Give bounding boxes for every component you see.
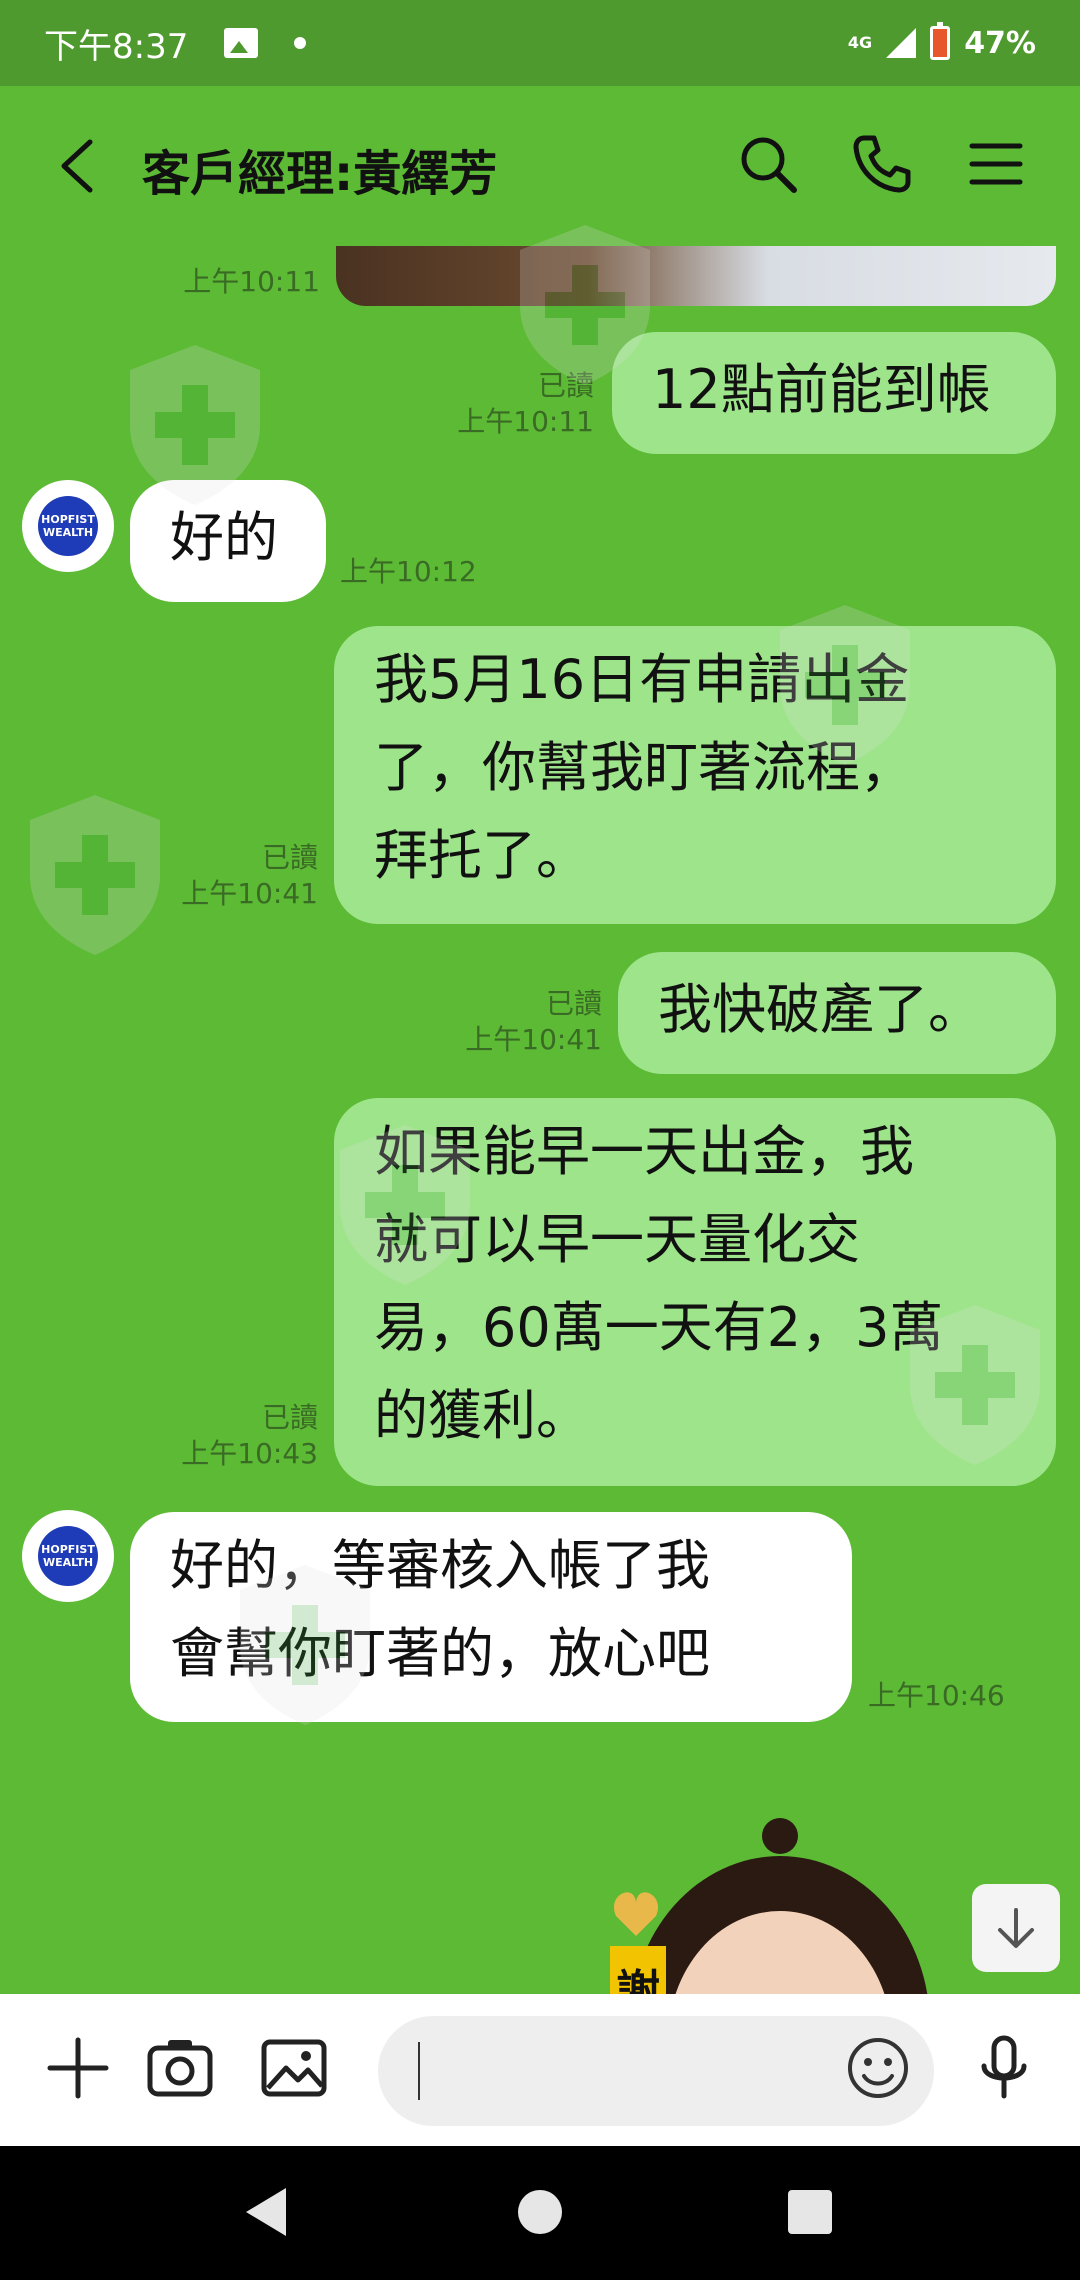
message-time: 上午10:41 <box>181 877 318 910</box>
menu-icon[interactable] <box>964 132 1028 196</box>
notification-dot-icon <box>294 37 307 49</box>
message-text-line: 會幫你盯著的，放心吧 <box>170 1622 710 1685</box>
plus-icon[interactable] <box>42 2032 114 2104</box>
outgoing-message[interactable]: 12點前能到帳 <box>612 332 1056 454</box>
outgoing-message[interactable]: 我5月16日有申請出金 了，你幫我盯著流程， 拜托了。 <box>334 626 1056 924</box>
image-icon[interactable] <box>258 2032 330 2104</box>
avatar[interactable]: HOPFIST WEALTH <box>22 1510 114 1602</box>
sticker-text: 謝 <box>616 1966 660 1994</box>
sticker-image[interactable]: 謝 <box>600 1796 960 1994</box>
message-text-line: 易，60萬一天有2，3萬 <box>374 1296 944 1359</box>
emoji-icon[interactable] <box>842 2032 914 2104</box>
text-caret <box>418 2042 420 2100</box>
system-nav-bar <box>0 2146 1080 2280</box>
incoming-message[interactable]: 好的，等審核入帳了我 會幫你盯著的，放心吧 <box>130 1512 852 1722</box>
message-time: 上午10:11 <box>457 405 594 438</box>
message-text-line: 的獲利。 <box>374 1384 590 1447</box>
message-text: 我快破產了。 <box>658 978 982 1041</box>
message-time: 上午10:46 <box>868 1679 1005 1712</box>
chat-messages[interactable]: 上午10:11 已讀 上午10:11 12點前能到帳 HOPFIST WEALT… <box>0 246 1080 1994</box>
message-text: 12點前能到帳 <box>652 358 991 421</box>
battery-percent: 47% <box>964 25 1036 61</box>
message-text-line: 如果能早一天出金，我 <box>374 1120 914 1183</box>
back-arrow-icon[interactable] <box>54 138 104 194</box>
status-indicators: 4G 47% <box>847 22 1036 61</box>
read-receipt: 已讀 <box>261 841 318 874</box>
image-message[interactable] <box>336 246 1056 306</box>
nav-home-icon[interactable] <box>510 2182 570 2242</box>
message-time: 上午10:11 <box>183 265 320 298</box>
outgoing-message[interactable]: 如果能早一天出金，我 就可以早一天量化交 易，60萬一天有2，3萬 的獲利。 <box>334 1098 1056 1486</box>
message-input-bar <box>0 1994 1080 2146</box>
network-type: 4G <box>847 33 873 52</box>
nav-back-icon[interactable] <box>238 2182 298 2242</box>
chat-title: 客戶經理:黃繹芳 <box>142 146 498 202</box>
message-meta: 已讀 上午10:41 <box>430 986 602 1058</box>
outgoing-message[interactable]: 我快破產了。 <box>618 952 1056 1074</box>
microphone-icon[interactable] <box>968 2032 1040 2104</box>
read-receipt: 已讀 <box>545 987 602 1020</box>
read-receipt: 已讀 <box>537 369 594 402</box>
message-meta: 已讀 上午10:43 <box>130 1400 318 1472</box>
message-text-line: 好的，等審核入帳了我 <box>170 1534 710 1597</box>
avatar-logo: HOPFIST WEALTH <box>38 496 98 556</box>
signal-icon <box>886 28 917 58</box>
message-time: 上午10:43 <box>181 1437 318 1470</box>
message-meta: 已讀 上午10:41 <box>130 840 318 912</box>
message-meta: 已讀 上午10:11 <box>420 368 594 440</box>
message-text-line: 拜托了。 <box>374 824 590 887</box>
phone-icon[interactable] <box>850 132 914 196</box>
message-text: 好的 <box>170 506 278 569</box>
message-text-line: 就可以早一天量化交 <box>374 1208 860 1271</box>
message-time: 上午10:41 <box>465 1023 602 1056</box>
camera-icon[interactable] <box>144 2032 216 2104</box>
nav-recents-icon[interactable] <box>780 2182 840 2242</box>
message-time: 上午10:12 <box>340 555 477 588</box>
arrow-down-icon <box>998 1908 1034 1948</box>
read-receipt: 已讀 <box>261 1401 318 1434</box>
avatar[interactable]: HOPFIST WEALTH <box>22 480 114 572</box>
status-bar: 下午8:37 4G 47% <box>0 0 1080 86</box>
avatar-logo: HOPFIST WEALTH <box>38 1526 98 1586</box>
status-time: 下午8:37 <box>44 26 189 67</box>
chat-header: 客戶經理:黃繹芳 <box>0 86 1080 246</box>
image-notification-icon <box>224 28 259 58</box>
incoming-message[interactable]: 好的 <box>130 480 326 602</box>
scroll-down-button[interactable] <box>972 1884 1060 1972</box>
message-text-line: 了，你幫我盯著流程， <box>374 736 914 799</box>
search-icon[interactable] <box>736 132 800 196</box>
message-text-line: 我5月16日有申請出金 <box>374 648 910 711</box>
battery-icon <box>930 22 951 60</box>
